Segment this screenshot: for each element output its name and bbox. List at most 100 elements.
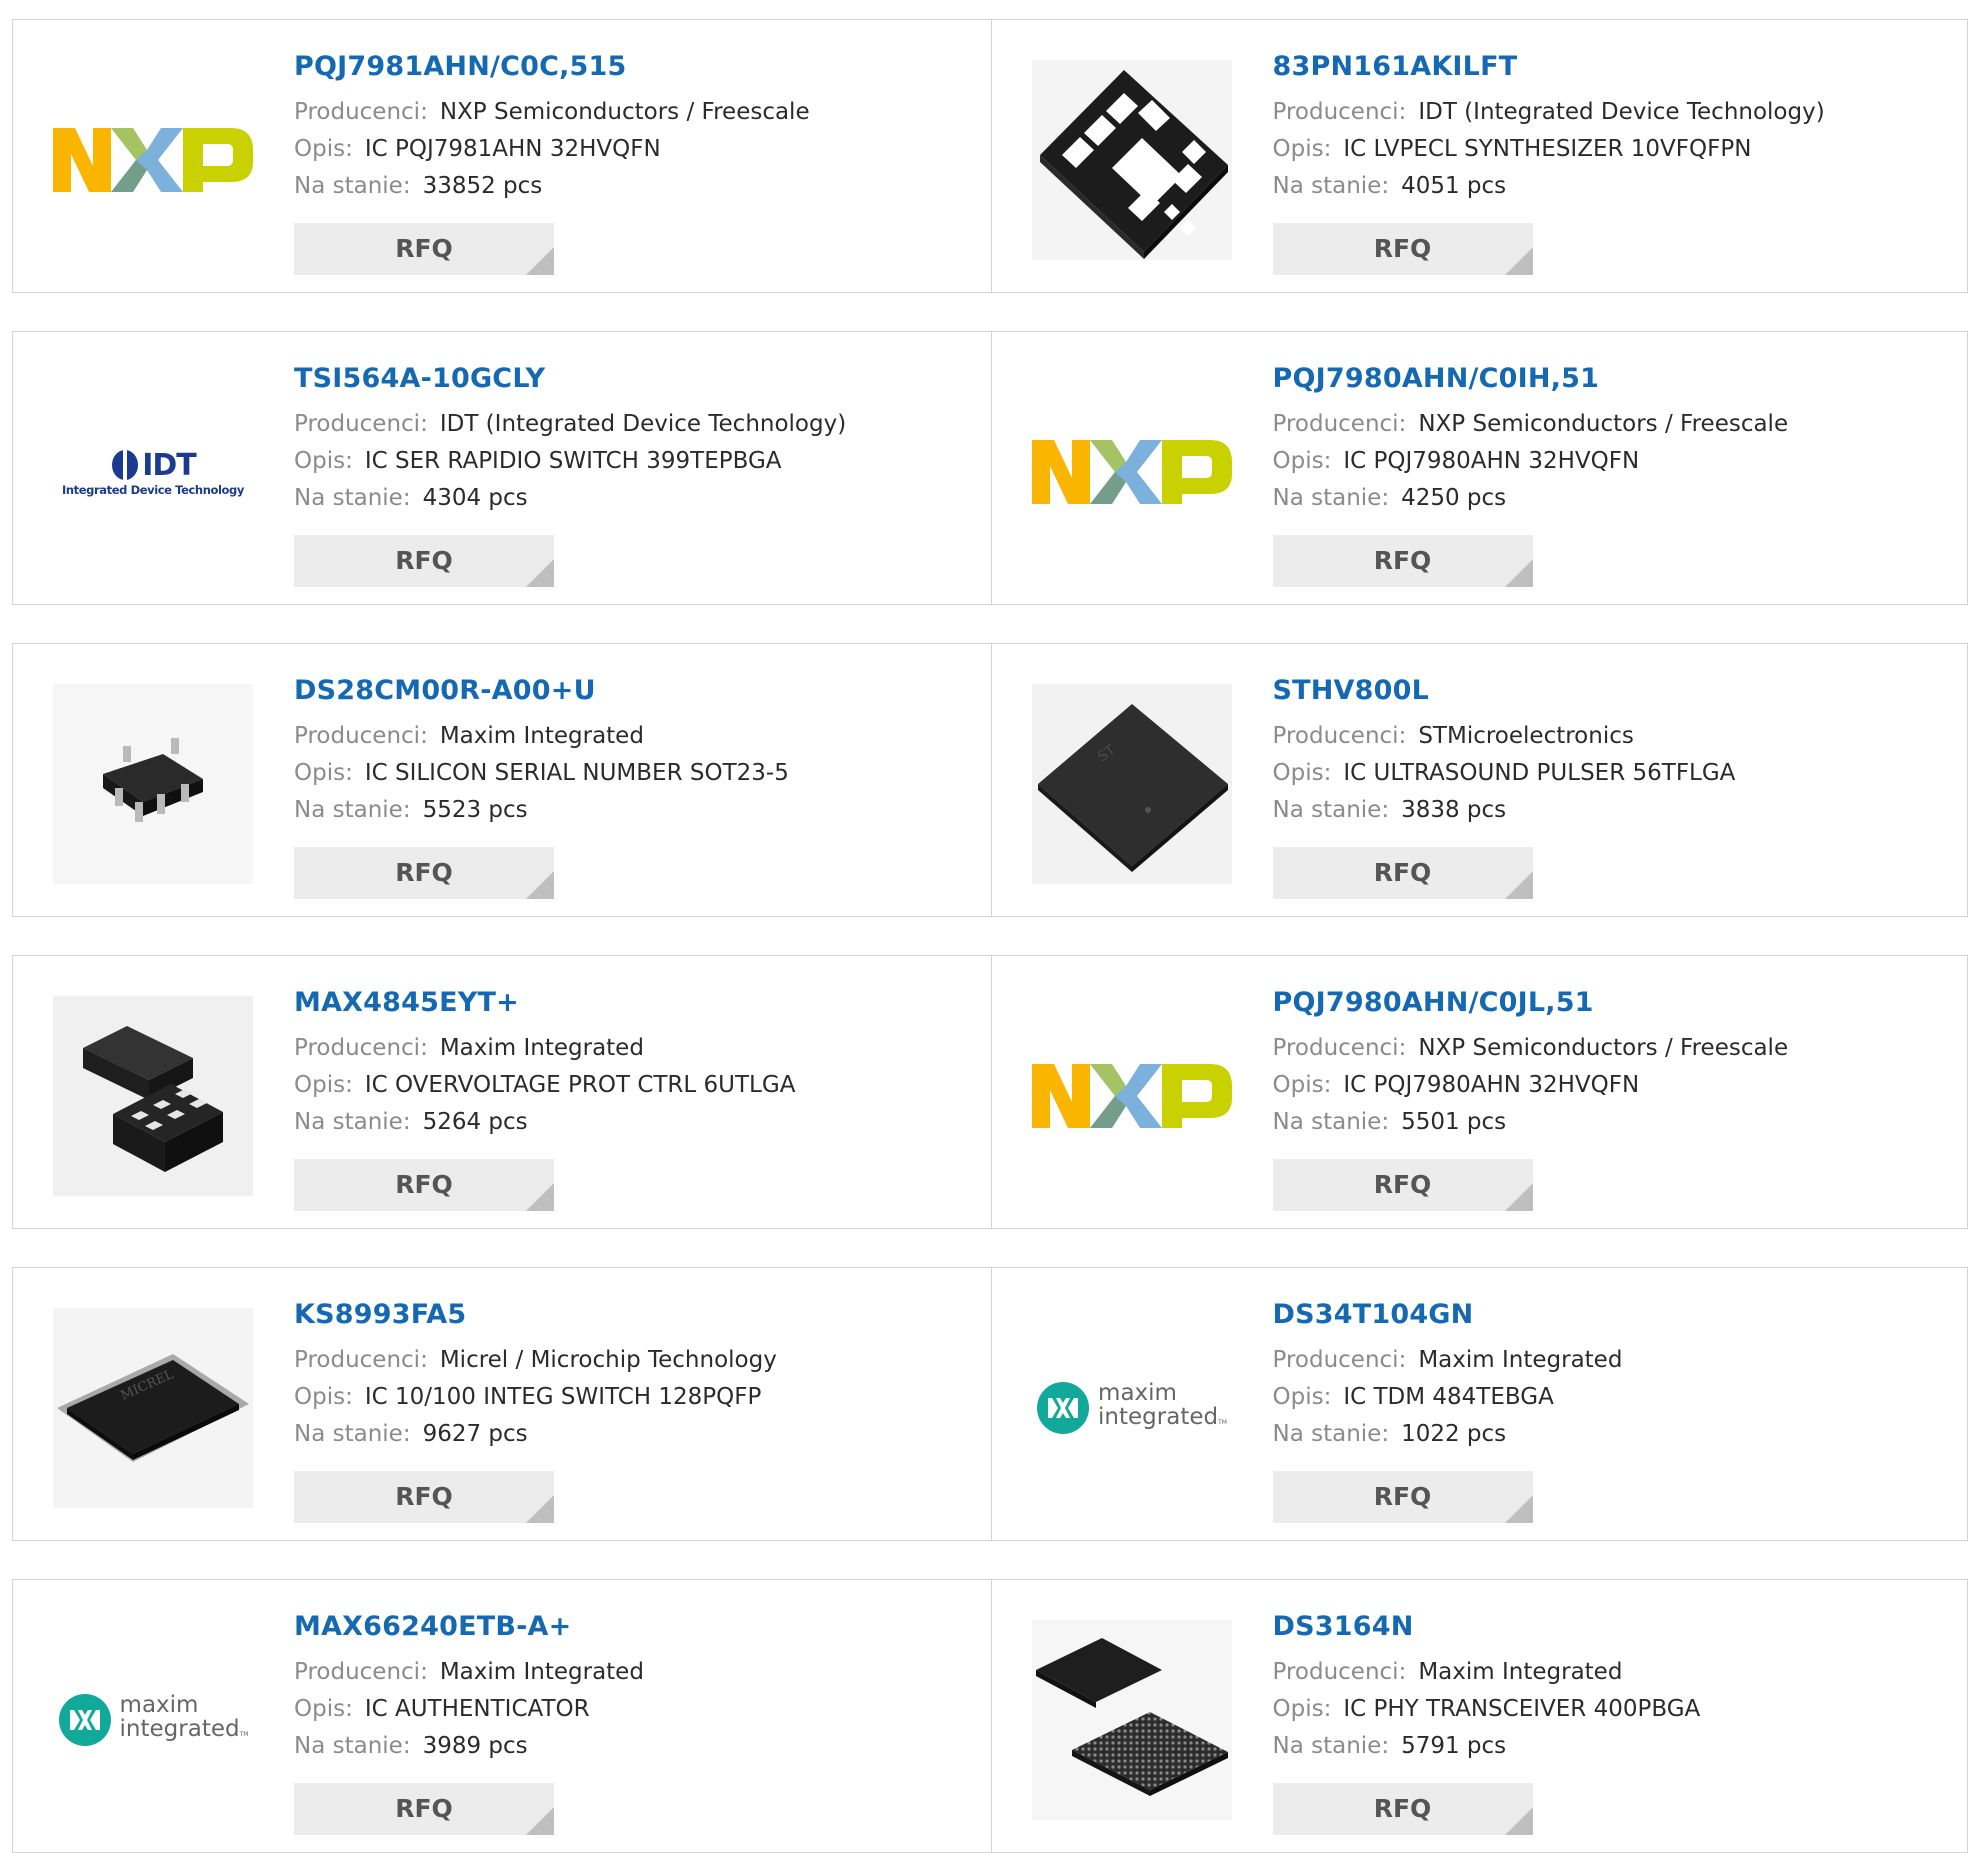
description-label: Opis: <box>294 136 353 162</box>
part-number-link[interactable]: DS34T104GN <box>1273 1294 1948 1336</box>
product-info: DS3164N Producenci: Maxim Integrated Opis: I… <box>1273 1606 1948 1765</box>
rfq-button[interactable]: RFQ <box>294 847 554 899</box>
product-thumbnail[interactable] <box>53 684 253 884</box>
product-thumbnail[interactable]: ST <box>1031 684 1232 884</box>
description-value: IC TDM 484TEBGA <box>1343 1384 1554 1410</box>
manufacturer-value: Maxim Integrated <box>1418 1347 1623 1373</box>
part-number-link[interactable]: DS28CM00R-A00+U <box>294 670 971 712</box>
description-label: Opis: <box>1272 760 1332 786</box>
product-thumbnail[interactable] <box>1031 996 1232 1196</box>
rfq-button[interactable]: RFQ <box>1272 1159 1533 1211</box>
description-value: IC SILICON SERIAL NUMBER SOT23-5 <box>364 760 789 786</box>
part-number-link[interactable]: PQJ7981AHN/C0C,515 <box>294 46 971 88</box>
stock-label: Na stanie: <box>294 485 411 511</box>
product-row: PQJ7981AHN/C0C,515 Producenci: NXP Semicon… <box>12 19 1968 293</box>
product-card: MICREL KS8993FA5 Producenci: Micrel / Micr… <box>13 1268 991 1540</box>
rfq-button[interactable]: RFQ <box>1272 535 1533 587</box>
manufacturer-line: Producenci: Maxim Integrated <box>1273 1654 1948 1691</box>
product-row: DS28CM00R-A00+U Producenci: Maxim Integrat… <box>12 643 1968 917</box>
product-thumbnail[interactable] <box>53 60 253 260</box>
product-thumbnail[interactable]: MICREL <box>53 1308 253 1508</box>
product-thumbnail[interactable]: maxim integratedTM <box>53 1620 253 1820</box>
stock-line: Na stanie: 1022 pcs <box>1273 1416 1948 1453</box>
stock-label: Na stanie: <box>1272 1421 1390 1447</box>
stock-line: Na stanie: 3989 pcs <box>294 1728 971 1765</box>
manufacturer-label: Producenci: <box>294 411 428 437</box>
manufacturer-value: Micrel / Microchip Technology <box>439 1347 777 1373</box>
part-number-link[interactable]: TSI564A-10GCLY <box>294 358 971 400</box>
rfq-button[interactable]: RFQ <box>294 223 554 275</box>
description-value: IC LVPECL SYNTHESIZER 10VFQFPN <box>1343 136 1752 162</box>
manufacturer-line: Producenci: Micrel / Microchip Technology <box>294 1342 971 1379</box>
maxim-mark-icon <box>58 1694 111 1746</box>
maxim-wordmark-line1: maxim <box>1098 1380 1177 1406</box>
stock-line: Na stanie: 5523 pcs <box>294 792 971 829</box>
stock-line: Na stanie: 5501 pcs <box>1273 1104 1948 1141</box>
product-info: STHV800L Producenci: STMicroelectronics Opi… <box>1273 670 1948 829</box>
product-thumbnail[interactable] <box>1031 372 1232 572</box>
stock-line: Na stanie: 3838 pcs <box>1273 792 1948 829</box>
rfq-button[interactable]: RFQ <box>294 1471 554 1523</box>
product-thumbnail[interactable] <box>1031 1620 1232 1820</box>
description-line: Opis: IC PHY TRANSCEIVER 400PBGA <box>1273 1691 1948 1728</box>
stock-line: Na stanie: 33852 pcs <box>294 168 971 205</box>
maxim-wordmark-line1: maxim <box>119 1692 199 1718</box>
description-value: IC SER RAPIDIO SWITCH 399TEPBGA <box>364 448 782 474</box>
rfq-button[interactable]: RFQ <box>294 1783 554 1835</box>
description-value: IC PQJ7981AHN 32HVQFN <box>364 136 661 162</box>
rfq-button[interactable]: RFQ <box>1272 223 1533 275</box>
maxim-logo: maxim integratedTM <box>1032 1381 1232 1435</box>
nxp-logo <box>1031 440 1232 504</box>
manufacturer-value: Maxim Integrated <box>439 1035 644 1061</box>
description-label: Opis: <box>1272 1072 1332 1098</box>
manufacturer-label: Producenci: <box>1272 1347 1407 1373</box>
part-number-link[interactable]: 83PN161AKILFT <box>1273 46 1948 88</box>
manufacturer-value: Maxim Integrated <box>439 723 644 749</box>
product-thumbnail[interactable]: maxim integratedTM <box>1032 1308 1232 1508</box>
stock-line: Na stanie: 4250 pcs <box>1273 480 1948 517</box>
product-info: PQJ7981AHN/C0C,515 Producenci: NXP Semicon… <box>294 46 971 205</box>
stock-value: 5791 pcs <box>1401 1733 1507 1759</box>
manufacturer-value: NXP Semiconductors / Freescale <box>439 99 810 125</box>
manufacturer-label: Producenci: <box>294 1659 428 1685</box>
part-number-link[interactable]: MAX66240ETB-A+ <box>294 1606 971 1648</box>
manufacturer-value: Maxim Integrated <box>439 1659 644 1685</box>
product-thumbnail[interactable] <box>1031 60 1232 260</box>
maxim-wordmark-line2: integrated <box>1098 1404 1219 1430</box>
product-thumbnail[interactable]: IDT Integrated Device Technology <box>53 372 253 572</box>
product-info: PQJ7980AHN/C0JL,51 Producenci: NXP Semicon… <box>1273 982 1948 1141</box>
description-line: Opis: IC OVERVOLTAGE PROT CTRL 6UTLGA <box>294 1067 971 1104</box>
part-number-link[interactable]: STHV800L <box>1273 670 1948 712</box>
stock-label: Na stanie: <box>1272 485 1390 511</box>
part-number-link[interactable]: DS3164N <box>1273 1606 1948 1648</box>
description-value: IC PHY TRANSCEIVER 400PBGA <box>1343 1696 1701 1722</box>
stock-line: Na stanie: 9627 pcs <box>294 1416 971 1453</box>
product-card: PQJ7980AHN/C0JL,51 Producenci: NXP Semicon… <box>990 956 1968 1228</box>
stock-label: Na stanie: <box>1272 797 1390 823</box>
description-label: Opis: <box>1272 448 1332 474</box>
rfq-button[interactable]: RFQ <box>294 535 554 587</box>
manufacturer-value: IDT (Integrated Device Technology) <box>1418 99 1825 125</box>
stock-label: Na stanie: <box>1272 173 1390 199</box>
product-card: MAX4845EYT+ Producenci: Maxim Integrated Op… <box>13 956 991 1228</box>
rfq-button[interactable]: RFQ <box>1272 847 1533 899</box>
rfq-button[interactable]: RFQ <box>1272 1471 1533 1523</box>
rfq-button[interactable]: RFQ <box>294 1159 554 1211</box>
maxim-trademark: TM <box>239 1731 249 1738</box>
part-number-link[interactable]: PQJ7980AHN/C0JL,51 <box>1273 982 1948 1024</box>
stock-value: 4304 pcs <box>422 485 528 511</box>
product-card: DS28CM00R-A00+U Producenci: Maxim Integrat… <box>13 644 991 916</box>
product-thumbnail[interactable] <box>53 996 253 1196</box>
manufacturer-label: Producenci: <box>1272 723 1407 749</box>
description-line: Opis: IC TDM 484TEBGA <box>1273 1379 1948 1416</box>
manufacturer-line: Producenci: Maxim Integrated <box>294 1030 971 1067</box>
part-number-link[interactable]: PQJ7980AHN/C0IH,51 <box>1273 358 1948 400</box>
part-number-link[interactable]: MAX4845EYT+ <box>294 982 971 1024</box>
manufacturer-value: NXP Semiconductors / Freescale <box>1418 1035 1789 1061</box>
manufacturer-label: Producenci: <box>1272 1035 1407 1061</box>
manufacturer-line: Producenci: NXP Semiconductors / Freescal… <box>1273 406 1948 443</box>
manufacturer-line: Producenci: NXP Semiconductors / Freescal… <box>294 94 971 131</box>
part-number-link[interactable]: KS8993FA5 <box>294 1294 971 1336</box>
rfq-button[interactable]: RFQ <box>1272 1783 1533 1835</box>
manufacturer-label: Producenci: <box>294 723 428 749</box>
